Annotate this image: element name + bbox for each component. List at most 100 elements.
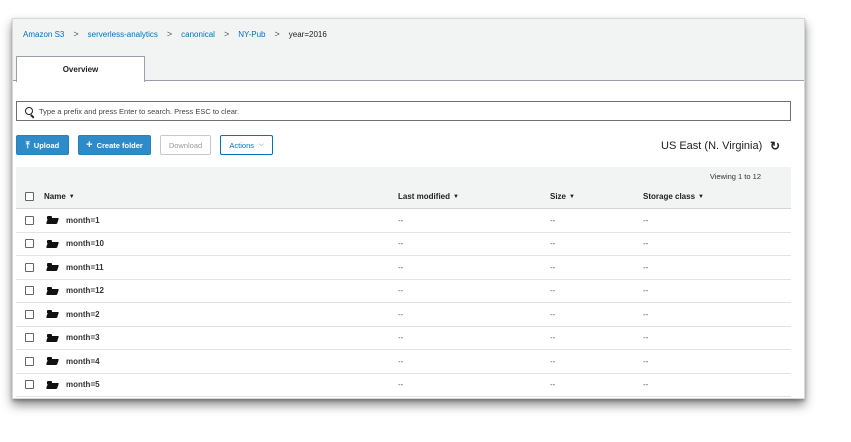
column-size[interactable]: Size ▼ bbox=[550, 185, 575, 208]
upload-button[interactable]: ⤒ Upload bbox=[16, 135, 69, 155]
row-last-modified: -- bbox=[398, 215, 404, 225]
actions-dropdown[interactable]: Actions ⌵ bbox=[220, 135, 273, 155]
row-size: -- bbox=[550, 309, 556, 319]
tab-overview[interactable]: Overview bbox=[16, 56, 145, 82]
column-last-modified-label: Last modified bbox=[398, 192, 451, 201]
refresh-icon[interactable]: ↻ bbox=[770, 139, 780, 153]
row-size: -- bbox=[550, 215, 556, 225]
caret-down-icon: ▼ bbox=[453, 193, 459, 200]
breadcrumb-separator: > bbox=[223, 29, 230, 39]
column-storage-class[interactable]: Storage class ▼ bbox=[643, 185, 704, 208]
breadcrumb-amazon-s3[interactable]: Amazon S3 bbox=[23, 30, 64, 39]
viewing-bar: Viewing 1 to 12 bbox=[16, 167, 791, 185]
row-storage-class: -- bbox=[643, 239, 649, 249]
row-name[interactable]: month=3 bbox=[66, 333, 100, 342]
breadcrumb: Amazon S3 > serverless-analytics > canon… bbox=[23, 29, 327, 39]
row-name[interactable]: month=2 bbox=[66, 310, 100, 319]
search-icon bbox=[17, 102, 39, 120]
row-storage-class: -- bbox=[643, 309, 649, 319]
viewing-count: Viewing 1 to 12 bbox=[709, 172, 761, 181]
row-last-modified: -- bbox=[398, 309, 404, 319]
table-row[interactable]: month=10 -- -- -- bbox=[16, 232, 791, 256]
row-size: -- bbox=[550, 380, 556, 390]
row-storage-class: -- bbox=[643, 215, 649, 225]
row-checkbox[interactable] bbox=[25, 262, 34, 272]
table-row[interactable]: month=11 -- -- -- bbox=[16, 256, 791, 280]
breadcrumb-separator: > bbox=[166, 29, 173, 39]
s3-console-window: Amazon S3 > serverless-analytics > canon… bbox=[12, 18, 805, 399]
column-last-modified[interactable]: Last modified ▼ bbox=[398, 185, 459, 208]
folder-icon bbox=[47, 216, 58, 224]
row-name[interactable]: month=11 bbox=[66, 263, 104, 272]
create-folder-button[interactable]: + Create folder bbox=[78, 135, 151, 155]
breadcrumb-bucket[interactable]: serverless-analytics bbox=[88, 30, 158, 39]
row-name[interactable]: month=5 bbox=[66, 380, 100, 389]
breadcrumb-separator: > bbox=[73, 29, 79, 39]
table-row[interactable]: month=2 -- -- -- bbox=[16, 303, 791, 327]
download-label: Download bbox=[168, 140, 203, 150]
breadcrumb-ny-pub[interactable]: NY-Pub bbox=[238, 30, 265, 39]
folder-icon bbox=[47, 263, 58, 271]
table-row[interactable]: month=4 -- -- -- bbox=[16, 350, 791, 374]
row-checkbox[interactable] bbox=[25, 380, 34, 390]
search-input[interactable] bbox=[39, 106, 790, 116]
upload-icon: ⤒ bbox=[25, 139, 30, 150]
row-storage-class: -- bbox=[643, 333, 649, 343]
row-size: -- bbox=[550, 286, 556, 296]
row-checkbox[interactable] bbox=[25, 356, 34, 366]
row-size: -- bbox=[550, 239, 556, 249]
row-size: -- bbox=[550, 262, 556, 272]
row-checkbox[interactable] bbox=[25, 333, 34, 343]
row-storage-class: -- bbox=[643, 356, 649, 366]
folder-icon bbox=[47, 380, 58, 389]
row-last-modified: -- bbox=[398, 239, 404, 249]
folder-icon bbox=[47, 310, 58, 318]
folder-icon bbox=[47, 357, 58, 365]
column-storage-class-label: Storage class bbox=[643, 192, 696, 201]
folder-icon bbox=[47, 333, 58, 342]
caret-down-icon: ▼ bbox=[698, 193, 704, 200]
search-box bbox=[16, 101, 791, 121]
row-checkbox[interactable] bbox=[25, 309, 34, 319]
row-size: -- bbox=[550, 333, 556, 343]
region-label: US East (N. Virginia) bbox=[661, 140, 763, 152]
row-name[interactable]: month=4 bbox=[66, 357, 100, 366]
row-name[interactable]: month=10 bbox=[66, 239, 104, 248]
caret-down-icon: ▼ bbox=[569, 193, 575, 200]
row-name[interactable]: month=12 bbox=[66, 286, 104, 295]
actions-label: Actions bbox=[229, 140, 255, 150]
row-checkbox[interactable] bbox=[25, 239, 34, 249]
column-size-label: Size bbox=[550, 192, 567, 201]
row-storage-class: -- bbox=[643, 380, 649, 390]
row-name[interactable]: month=1 bbox=[66, 216, 100, 225]
column-name[interactable]: Name ▼ bbox=[44, 185, 75, 208]
row-last-modified: -- bbox=[398, 356, 404, 366]
row-last-modified: -- bbox=[398, 380, 404, 390]
table-header: Name ▼ Last modified ▼ Size ▼ Storage class… bbox=[16, 185, 791, 209]
chevron-down-icon: ⌵ bbox=[259, 141, 264, 148]
row-storage-class: -- bbox=[643, 262, 649, 272]
table-row[interactable]: month=1 -- -- -- bbox=[16, 209, 791, 233]
row-checkbox[interactable] bbox=[25, 215, 34, 225]
row-checkbox[interactable] bbox=[25, 286, 34, 296]
table-row[interactable]: month=5 -- -- -- bbox=[16, 373, 791, 397]
row-storage-class: -- bbox=[643, 286, 649, 296]
folder-icon bbox=[47, 239, 58, 248]
select-all-checkbox[interactable] bbox=[25, 192, 34, 201]
caret-down-icon: ▼ bbox=[68, 193, 75, 200]
row-last-modified: -- bbox=[398, 286, 404, 296]
header-band: Amazon S3 > serverless-analytics > canon… bbox=[13, 19, 804, 82]
breadcrumb-separator: > bbox=[274, 29, 280, 39]
row-last-modified: -- bbox=[398, 333, 404, 343]
row-size: -- bbox=[550, 356, 556, 366]
breadcrumb-canonical[interactable]: canonical bbox=[181, 30, 215, 39]
upload-label: Upload bbox=[33, 140, 60, 150]
table-row[interactable]: month=12 -- -- -- bbox=[16, 279, 791, 303]
row-last-modified: -- bbox=[398, 262, 404, 272]
table-row[interactable]: month=3 -- -- -- bbox=[16, 326, 791, 350]
download-button[interactable]: Download bbox=[160, 135, 211, 155]
folder-icon bbox=[47, 286, 58, 295]
column-name-label: Name bbox=[44, 192, 66, 201]
breadcrumb-current: year=2016 bbox=[288, 29, 327, 39]
create-folder-label: Create folder bbox=[96, 140, 143, 150]
